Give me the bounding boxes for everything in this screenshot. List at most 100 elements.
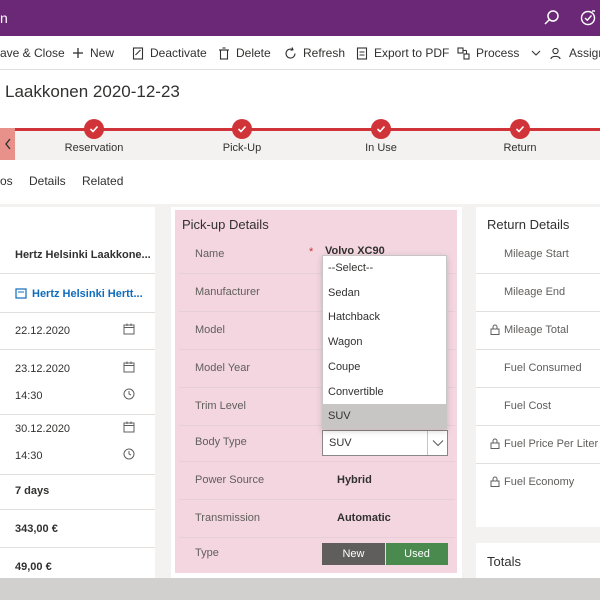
totals-title: Totals — [487, 554, 521, 569]
command-bar: ave & Close New Deactivate Delete Refres… — [0, 36, 600, 70]
field-fuel-cost[interactable]: Fuel Cost — [476, 388, 600, 426]
check-icon — [232, 119, 252, 139]
stage-label: Pick-Up — [222, 142, 262, 154]
check-icon — [371, 119, 391, 139]
lookup-value: Hertz Helsinki Laakkone... — [15, 249, 151, 261]
app-title: n — [0, 10, 8, 26]
field-mileage-start[interactable]: Mileage Start — [476, 236, 600, 274]
field-power-source[interactable]: Power Source Hybrid — [179, 462, 455, 500]
field-transmission[interactable]: Transmission Automatic — [179, 500, 455, 538]
chevron-down-icon[interactable] — [427, 431, 447, 455]
save-close-button[interactable]: ave & Close — [0, 36, 65, 70]
lock-icon — [490, 438, 500, 449]
check-icon — [510, 119, 530, 139]
business-process-flow: Reservation Pick-Up In Use Return — [0, 119, 600, 160]
field-mileage-total[interactable]: Mileage Total — [476, 312, 600, 350]
field-label: Type — [195, 547, 219, 559]
duration-value: 7 days — [15, 485, 50, 497]
form-tabs: os Details Related — [0, 160, 600, 204]
export-pdf-button[interactable]: Export to PDF — [356, 36, 449, 70]
option-wagon[interactable]: Wagon — [323, 330, 446, 355]
save-close-label: ave & Close — [0, 46, 65, 60]
trash-icon — [219, 46, 229, 60]
lookup-link[interactable]: Hertz Helsinki Hertt... — [32, 288, 143, 300]
field-label: Manufacturer — [195, 286, 260, 298]
totals-panel: Totals — [476, 543, 600, 578]
type-new-label: New — [342, 548, 365, 560]
field-fuel-consumed[interactable]: Fuel Consumed — [476, 350, 600, 388]
pdf-icon — [356, 46, 368, 60]
assign-label: Assign — [569, 46, 600, 60]
deactivate-label: Deactivate — [150, 46, 207, 60]
calendar-icon[interactable] — [123, 421, 135, 433]
option-sedan[interactable]: Sedan — [323, 281, 446, 306]
search-icon[interactable] — [542, 8, 562, 28]
body-type-dropdown: --Select-- Sedan Hatchback Wagon Coupe C… — [322, 255, 447, 429]
field-label: Fuel Price Per Liter — [504, 438, 599, 450]
stage-label: Return — [503, 142, 537, 154]
deactivate-button[interactable]: Deactivate — [132, 36, 207, 70]
pickup-title: Pick-up Details — [182, 217, 269, 232]
app-bar: n — [0, 0, 600, 36]
option-suv[interactable]: SUV — [323, 404, 446, 429]
amount-row: 343,00 € — [0, 510, 155, 548]
calendar-icon[interactable] — [123, 323, 135, 335]
amount-value: 343,00 € — [15, 523, 58, 535]
chevron-down-icon — [531, 50, 541, 56]
type-new-button[interactable]: New — [322, 543, 385, 565]
lock-icon — [490, 324, 500, 335]
date-value: 22.12.2020 — [15, 325, 71, 337]
time-value: 14:30 — [15, 390, 43, 402]
lookup-row[interactable]: Hertz Helsinki Laakkone... — [0, 236, 155, 274]
field-label: Model — [195, 324, 225, 336]
left-panel: Hertz Helsinki Laakkone... Hertz Helsink… — [0, 207, 155, 578]
lookup-row[interactable]: Hertz Helsinki Hertt... — [0, 275, 155, 313]
field-label: Mileage Start — [504, 248, 569, 260]
time-row[interactable]: 14:30 — [0, 437, 155, 475]
date-row[interactable]: 22.12.2020 — [0, 312, 155, 350]
clock-icon[interactable] — [123, 448, 135, 460]
type-used-button[interactable]: Used — [386, 543, 448, 565]
option-select[interactable]: --Select-- — [323, 256, 446, 281]
refresh-button[interactable]: Refresh — [284, 36, 345, 70]
delete-button[interactable]: Delete — [218, 36, 271, 70]
field-fuel-economy[interactable]: Fuel Economy — [476, 464, 600, 502]
body-type-select[interactable]: SUV — [322, 430, 448, 456]
date-value: 23.12.2020 — [15, 363, 71, 375]
amount-value: 49,00 € — [15, 561, 52, 573]
body-type-value: SUV — [329, 437, 352, 449]
new-label: New — [90, 46, 115, 60]
tab-details[interactable]: Details — [29, 174, 66, 188]
field-label: Name — [195, 248, 225, 260]
field-label: Power Source — [195, 474, 265, 486]
clock-icon[interactable] — [123, 388, 135, 400]
time-value: 14:30 — [15, 450, 43, 462]
option-coupe[interactable]: Coupe — [323, 355, 446, 380]
field-fuel-price[interactable]: Fuel Price Per Liter — [476, 426, 600, 464]
calendar-icon[interactable] — [123, 361, 135, 373]
tab-related[interactable]: Related — [82, 174, 123, 188]
transmission-value: Automatic — [337, 512, 391, 524]
assign-icon — [550, 47, 561, 59]
option-hatchback[interactable]: Hatchback — [323, 305, 446, 330]
assign-button[interactable]: Assign — [550, 36, 600, 70]
assistant-icon[interactable] — [578, 8, 598, 28]
return-panel: Return Details Mileage Start Mileage End… — [476, 207, 600, 527]
plus-icon — [73, 48, 83, 58]
check-icon — [84, 119, 104, 139]
process-button[interactable]: Process — [457, 36, 547, 70]
new-button[interactable]: New — [72, 36, 114, 70]
refresh-icon — [285, 46, 296, 59]
field-mileage-end[interactable]: Mileage End — [476, 274, 600, 312]
type-used-label: Used — [404, 548, 430, 560]
refresh-label: Refresh — [303, 46, 346, 60]
bpf-back-button[interactable] — [0, 128, 15, 160]
tab-general[interactable]: os — [0, 174, 13, 188]
field-label: Model Year — [195, 362, 251, 374]
option-convertible[interactable]: Convertible — [323, 380, 446, 405]
field-label: Fuel Economy — [504, 476, 575, 488]
field-label: Body Type — [195, 436, 247, 448]
power-source-value: Hybrid — [337, 474, 372, 486]
field-label: Fuel Cost — [504, 400, 552, 412]
return-title: Return Details — [487, 217, 570, 232]
